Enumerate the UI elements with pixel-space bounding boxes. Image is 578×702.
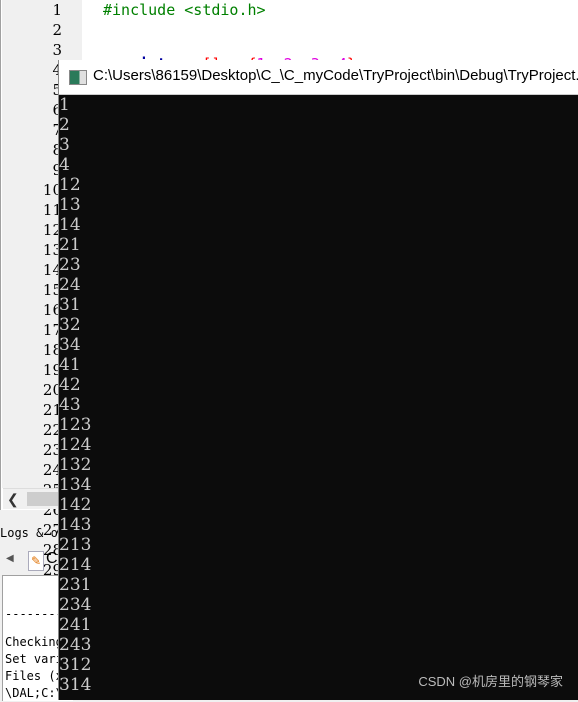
output-line: 214 xyxy=(59,555,92,575)
output-line: 42 xyxy=(59,375,81,395)
pencil-icon: ✎ xyxy=(28,551,44,571)
log-line: Files (x xyxy=(5,669,63,683)
output-line: 312 xyxy=(59,655,92,675)
output-line: 14 xyxy=(59,215,81,235)
output-line: 23 xyxy=(59,255,81,275)
line-number: 7 xyxy=(22,120,62,140)
output-line: 213 xyxy=(59,535,92,555)
output-line: 31 xyxy=(59,295,81,315)
output-line: 241 xyxy=(59,615,92,635)
output-line: 243 xyxy=(59,635,92,655)
output-line: 134 xyxy=(59,475,92,495)
output-line: 123 xyxy=(59,415,92,435)
output-line: 34 xyxy=(59,335,81,355)
line-number: 5 xyxy=(22,80,62,100)
console-title: C:\Users\86159\Desktop\C_\C_myCode\TryPr… xyxy=(93,67,578,84)
line-number: 23 xyxy=(42,441,62,459)
line-number: 3 xyxy=(52,41,62,59)
output-line: 24 xyxy=(59,275,81,295)
output-line: 142 xyxy=(59,495,92,515)
watermark: CSDN @机房里的钢琴家 xyxy=(418,674,563,689)
line-number: 8 xyxy=(22,140,62,160)
line-number: 18 xyxy=(42,341,62,359)
log-line: Checking xyxy=(5,635,63,649)
line-number: 2 xyxy=(52,21,62,39)
line-number: 1 xyxy=(52,1,62,19)
line-number: 20 xyxy=(42,381,62,399)
output-line: 2 xyxy=(59,115,70,135)
output-line: 234 xyxy=(59,595,92,615)
line-number: 24 xyxy=(42,461,62,479)
line-number: 14 xyxy=(42,261,62,279)
line-number: 11 xyxy=(42,201,62,219)
log-line: Set vari xyxy=(5,652,63,666)
line-number: 10 xyxy=(42,181,62,199)
tab-left-icon[interactable]: ◀ xyxy=(6,553,14,564)
logs-tab[interactable]: Logs & ot xyxy=(0,522,65,544)
output-line: 32 xyxy=(59,315,81,335)
output-line: 231 xyxy=(59,575,92,595)
scroll-left-icon[interactable]: ❮ xyxy=(7,489,19,509)
console-window[interactable]: C:\Users\86159\Desktop\C_\C_myCode\TryPr… xyxy=(58,60,578,700)
console-titlebar[interactable]: C:\Users\86159\Desktop\C_\C_myCode\TryPr… xyxy=(59,60,578,95)
line-number: 21 xyxy=(42,401,62,419)
output-line: 21 xyxy=(59,235,81,255)
line-number: 22 xyxy=(42,421,62,439)
line-number: 4 xyxy=(22,60,62,80)
output-line: 3 xyxy=(59,135,70,155)
line-number: 6 xyxy=(22,100,62,120)
output-line: 1 xyxy=(59,95,70,115)
output-line: 41 xyxy=(59,355,81,375)
line-number: 12 xyxy=(42,221,62,239)
line-number: 19 xyxy=(42,361,62,379)
output-line: 132 xyxy=(59,455,92,475)
output-line: 12 xyxy=(59,175,81,195)
log-line: \DAL;C:\ xyxy=(5,686,63,700)
line-number: 16 xyxy=(42,301,62,319)
output-line: 4 xyxy=(59,155,70,175)
line-number: 9 xyxy=(22,160,62,180)
logs-toolbar-label[interactable]: C xyxy=(46,550,58,568)
code-line-1: #include <stdio.h> xyxy=(103,1,266,19)
line-number: 15 xyxy=(42,281,62,299)
output-line: 124 xyxy=(59,435,92,455)
output-line: 13 xyxy=(59,195,81,215)
console-app-icon xyxy=(69,70,87,85)
output-line: 43 xyxy=(59,395,81,415)
output-line: 314 xyxy=(59,675,92,695)
line-number: 17 xyxy=(42,321,62,339)
output-line: 143 xyxy=(59,515,92,535)
line-number: 13 xyxy=(42,241,62,259)
